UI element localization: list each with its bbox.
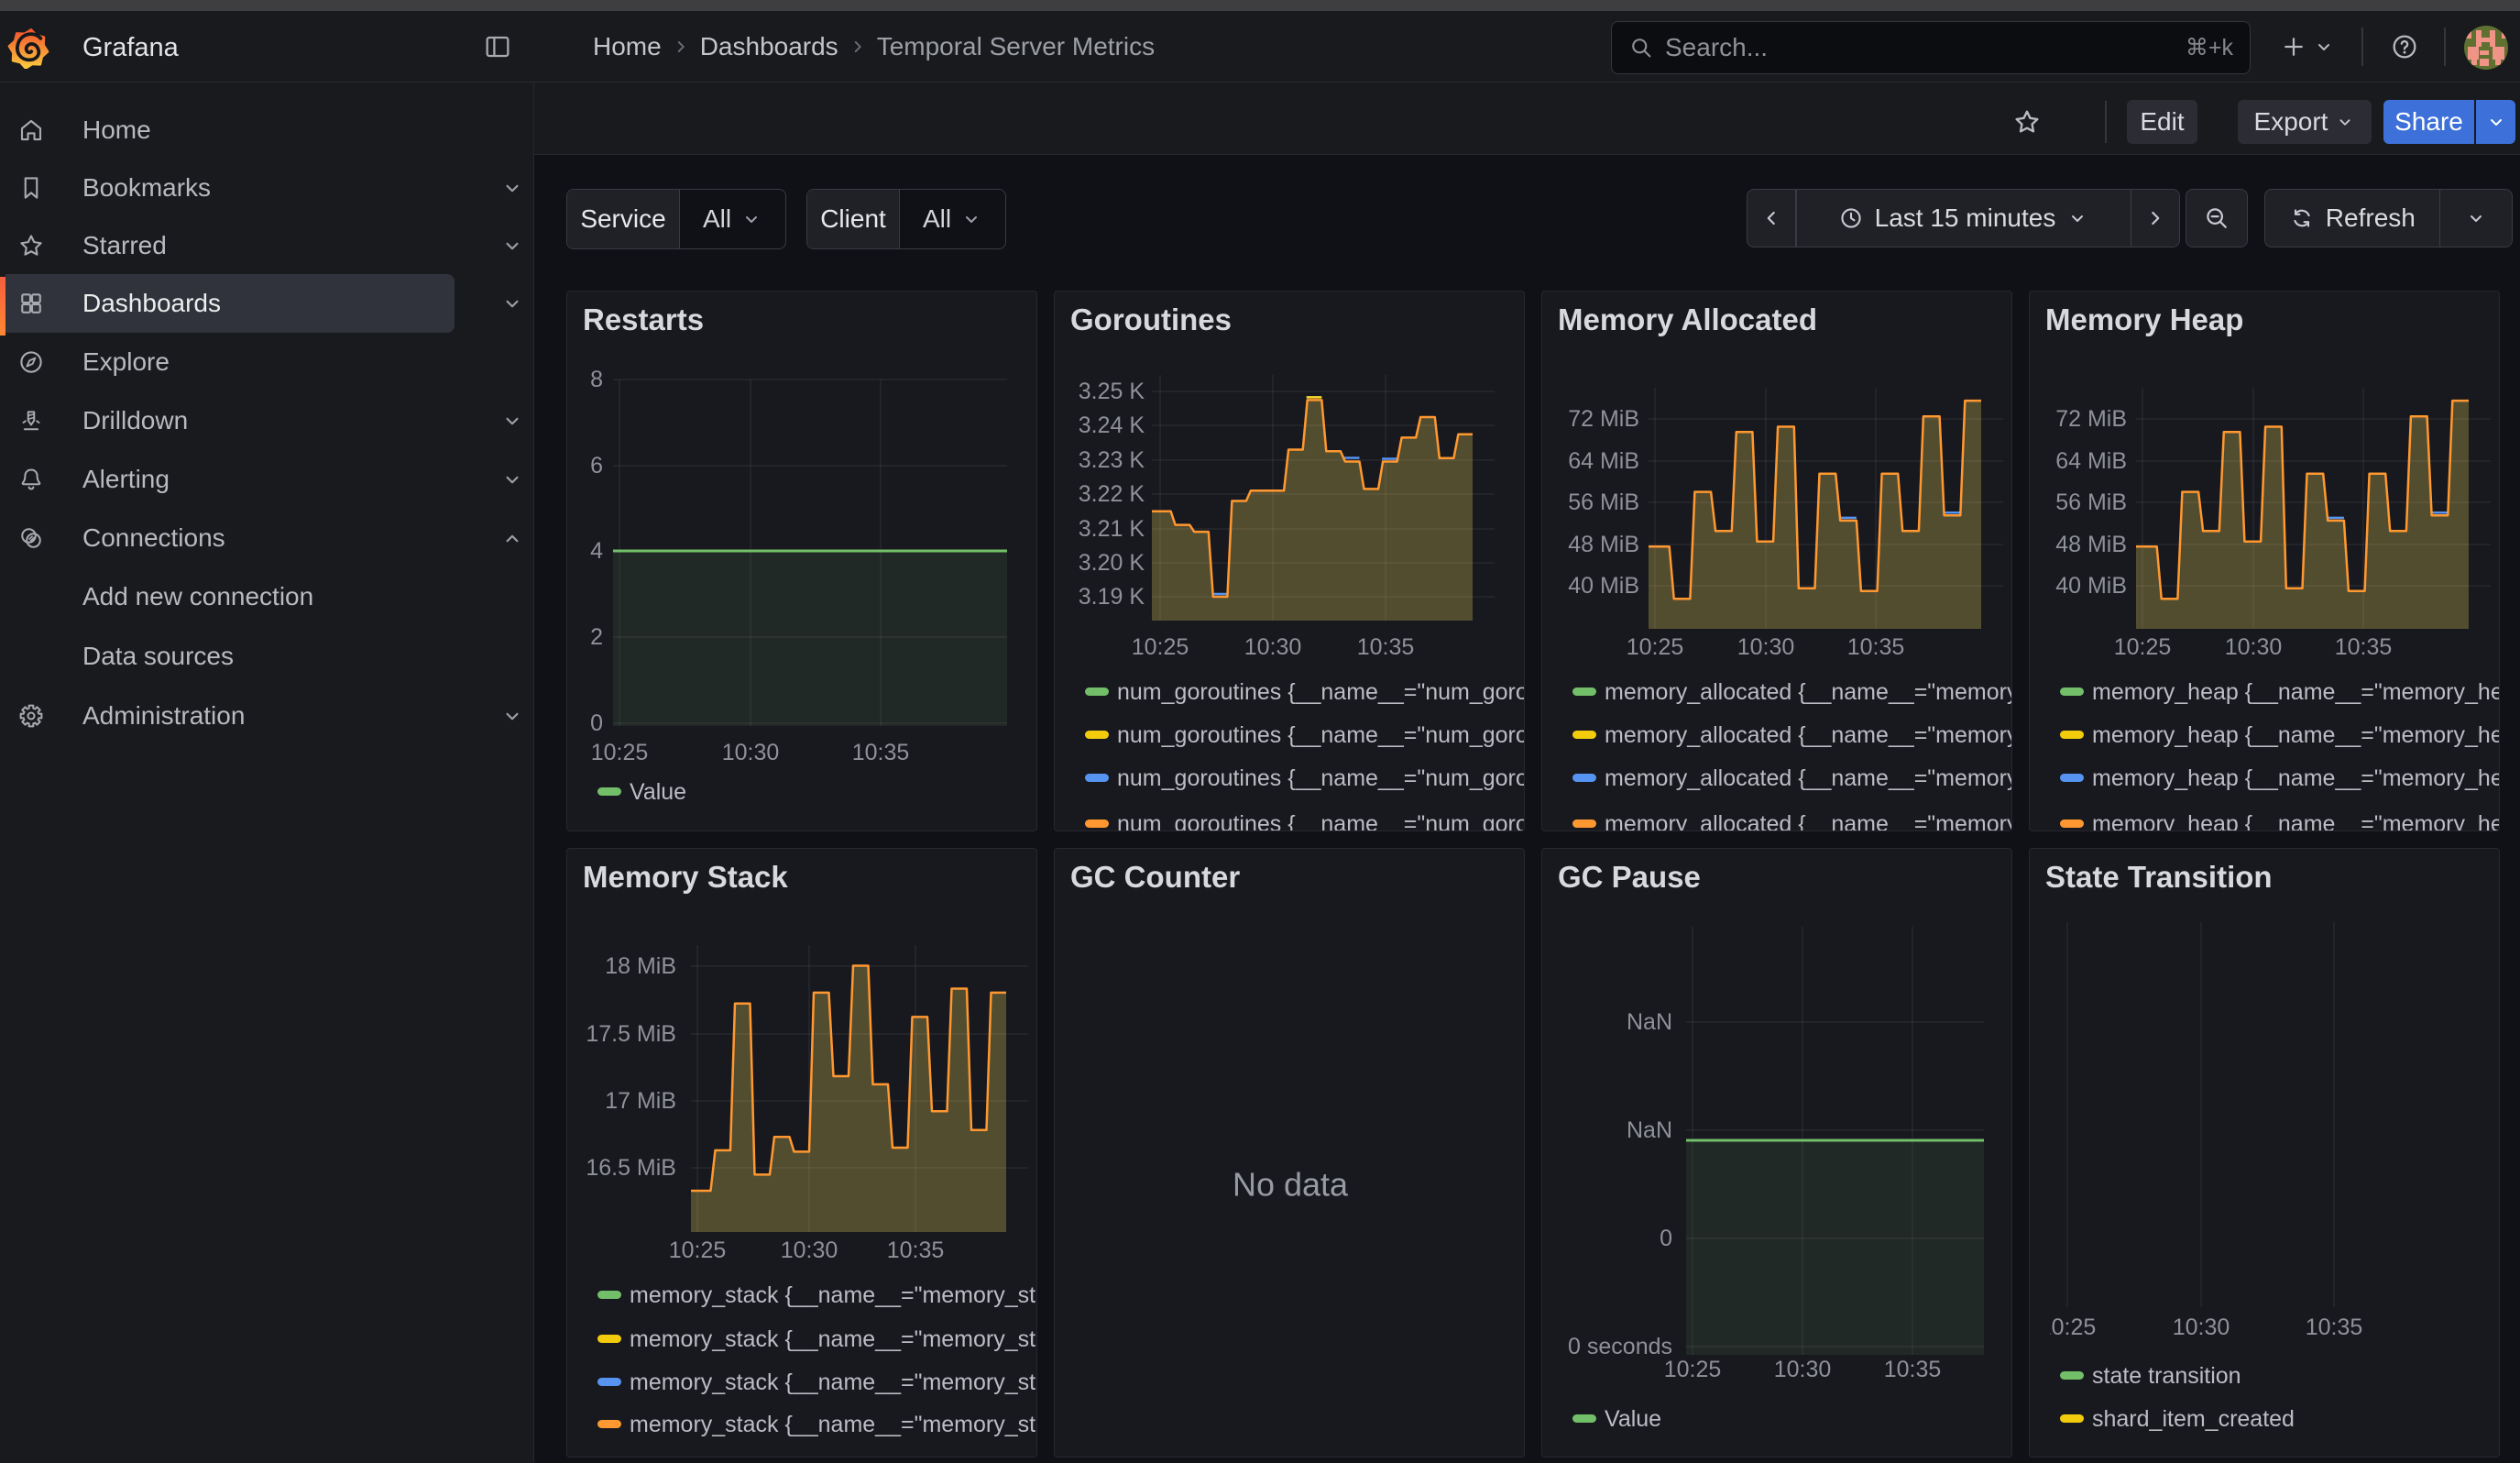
svg-text:3.21 K: 3.21 K xyxy=(1079,516,1145,542)
svg-text:NaN: NaN xyxy=(1627,1009,1672,1035)
svg-text:10:30: 10:30 xyxy=(1244,634,1302,660)
svg-text:16.5 MiB: 16.5 MiB xyxy=(586,1155,676,1181)
svg-text:10:30: 10:30 xyxy=(722,740,780,765)
svg-text:10:35: 10:35 xyxy=(2335,634,2393,660)
svg-text:18 MiB: 18 MiB xyxy=(605,953,676,979)
svg-text:memory_allocated {__name__="me: memory_allocated {__name__="memory_alloc… xyxy=(1605,765,2012,791)
svg-text:40 MiB: 40 MiB xyxy=(1568,573,1639,599)
svg-text:10:35: 10:35 xyxy=(852,740,910,765)
svg-text:4: 4 xyxy=(590,538,603,564)
svg-text:0: 0 xyxy=(1660,1226,1672,1251)
svg-text:10:25: 10:25 xyxy=(591,740,649,765)
svg-text:10:25: 10:25 xyxy=(2039,1314,2097,1340)
svg-text:10:25: 10:25 xyxy=(1627,634,1684,660)
svg-text:10:25: 10:25 xyxy=(1132,634,1189,660)
svg-text:memory_stack {__name__="memory: memory_stack {__name__="memory_stack", i… xyxy=(630,1412,1037,1437)
svg-text:10:35: 10:35 xyxy=(1847,634,1905,660)
svg-text:num_goroutines {__name__="num_: num_goroutines {__name__="num_goroutines… xyxy=(1117,722,1525,748)
svg-text:72 MiB: 72 MiB xyxy=(2055,406,2127,432)
svg-text:64 MiB: 64 MiB xyxy=(1568,448,1639,474)
svg-text:0: 0 xyxy=(590,710,603,736)
svg-text:3.24 K: 3.24 K xyxy=(1079,412,1145,438)
svg-text:3.22 K: 3.22 K xyxy=(1079,481,1145,507)
svg-text:memory_stack {__name__="memory: memory_stack {__name__="memory_stack", i… xyxy=(630,1326,1037,1352)
svg-text:memory_heap {__name__="memory_: memory_heap {__name__="memory_heap", ins… xyxy=(2092,722,2500,748)
svg-text:17.5 MiB: 17.5 MiB xyxy=(586,1021,676,1047)
svg-text:17 MiB: 17 MiB xyxy=(605,1088,676,1114)
svg-text:memory_allocated {__name__="me: memory_allocated {__name__="memory_alloc… xyxy=(1605,679,2012,705)
svg-text:10:25: 10:25 xyxy=(2114,634,2172,660)
svg-text:10:25: 10:25 xyxy=(669,1238,727,1263)
svg-text:memory_stack {__name__="memory: memory_stack {__name__="memory_stack", i… xyxy=(630,1282,1037,1308)
svg-text:64 MiB: 64 MiB xyxy=(2055,448,2127,474)
svg-text:0 seconds: 0 seconds xyxy=(1568,1334,1672,1359)
svg-text:memory_allocated {__name__="me: memory_allocated {__name__="memory_alloc… xyxy=(1605,722,2012,748)
svg-text:40 MiB: 40 MiB xyxy=(2055,573,2127,599)
svg-text:10:35: 10:35 xyxy=(1357,634,1415,660)
svg-text:memory_heap {__name__="memory_: memory_heap {__name__="memory_heap", ins… xyxy=(2092,765,2500,791)
svg-text:3.20 K: 3.20 K xyxy=(1079,550,1145,576)
svg-text:10:30: 10:30 xyxy=(2225,634,2283,660)
svg-text:10:30: 10:30 xyxy=(781,1238,838,1263)
svg-text:Value: Value xyxy=(1605,1406,1661,1432)
svg-text:48 MiB: 48 MiB xyxy=(2055,532,2127,557)
svg-text:56 MiB: 56 MiB xyxy=(1568,490,1639,515)
svg-text:48 MiB: 48 MiB xyxy=(1568,532,1639,557)
svg-text:10:25: 10:25 xyxy=(1664,1357,1722,1382)
svg-text:3.23 K: 3.23 K xyxy=(1079,447,1145,473)
svg-text:state transition: state transition xyxy=(2092,1363,2241,1389)
svg-text:2: 2 xyxy=(590,624,603,650)
svg-text:num_goroutines {__name__="num_: num_goroutines {__name__="num_goroutines… xyxy=(1117,765,1525,791)
svg-text:10:30: 10:30 xyxy=(1737,634,1795,660)
svg-text:memory_heap {__name__="memory_: memory_heap {__name__="memory_heap", ins… xyxy=(2092,811,2500,831)
svg-text:6: 6 xyxy=(590,453,603,478)
svg-text:Value: Value xyxy=(630,779,686,805)
svg-text:10:35: 10:35 xyxy=(887,1238,945,1263)
svg-text:10:30: 10:30 xyxy=(1774,1357,1832,1382)
svg-text:72 MiB: 72 MiB xyxy=(1568,406,1639,432)
svg-text:10:35: 10:35 xyxy=(2306,1314,2363,1340)
svg-text:10:30: 10:30 xyxy=(2173,1314,2230,1340)
svg-text:56 MiB: 56 MiB xyxy=(2055,490,2127,515)
svg-text:No data: No data xyxy=(1233,1166,1349,1204)
svg-text:10:35: 10:35 xyxy=(1884,1357,1942,1382)
svg-text:3.19 K: 3.19 K xyxy=(1079,584,1145,610)
svg-text:NaN: NaN xyxy=(1627,1117,1672,1143)
svg-text:memory_stack {__name__="memory: memory_stack {__name__="memory_stack", i… xyxy=(630,1370,1037,1395)
svg-text:8: 8 xyxy=(590,367,603,392)
svg-text:memory_allocated {__name__="me: memory_allocated {__name__="memory_alloc… xyxy=(1605,811,2012,831)
svg-text:shard_item_created: shard_item_created xyxy=(2092,1406,2295,1432)
svg-text:3.25 K: 3.25 K xyxy=(1079,379,1145,404)
svg-text:num_goroutines {__name__="num_: num_goroutines {__name__="num_goroutines… xyxy=(1117,811,1525,831)
svg-text:memory_heap {__name__="memory_: memory_heap {__name__="memory_heap", ins… xyxy=(2092,679,2500,705)
svg-text:num_goroutines {__name__="num_: num_goroutines {__name__="num_goroutines… xyxy=(1117,679,1525,705)
